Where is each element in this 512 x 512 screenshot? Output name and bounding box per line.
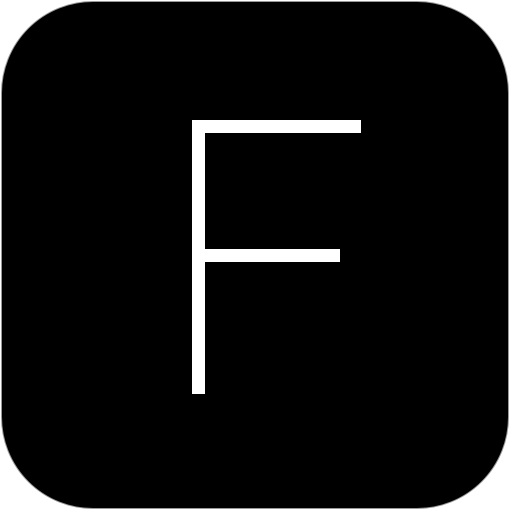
f-top-bar bbox=[192, 120, 361, 133]
f-middle-bar bbox=[192, 249, 340, 262]
app-icon[interactable]: F bbox=[1, 1, 509, 509]
letter-f-glyph bbox=[192, 120, 361, 394]
